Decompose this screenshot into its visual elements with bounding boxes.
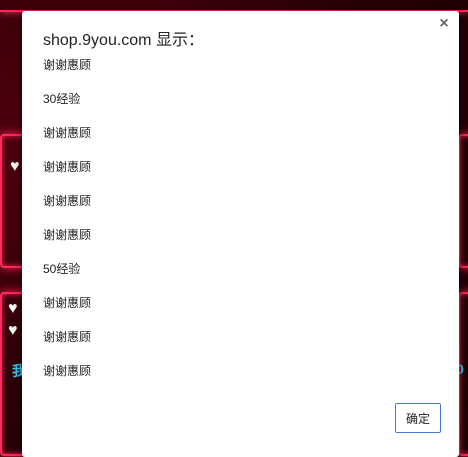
message-line: 50经验 bbox=[43, 262, 81, 276]
heart-icon: ♥ bbox=[10, 158, 20, 175]
message-line: 谢谢惠顾 bbox=[43, 228, 92, 242]
message-line: 谢谢惠顾 bbox=[43, 296, 92, 310]
message-line: 谢谢惠顾 bbox=[43, 330, 92, 344]
heart-icon: ♥ bbox=[8, 322, 18, 339]
close-icon[interactable]: × bbox=[436, 15, 452, 33]
message-line: 谢谢惠顾 bbox=[43, 58, 92, 72]
heart-icon: ♥ bbox=[8, 300, 18, 317]
dialog-title: shop.9you.com 显示： bbox=[43, 32, 204, 49]
message-line: 谢谢惠顾 bbox=[43, 194, 92, 208]
message-line: 30经验 bbox=[43, 92, 81, 106]
message-line: 谢谢惠顾 bbox=[43, 364, 92, 378]
alert-dialog: shop.9you.com 显示： × 谢谢惠顾 30经验 谢谢惠顾 谢谢惠顾 … bbox=[22, 11, 459, 457]
ok-button[interactable]: 确定 bbox=[395, 403, 441, 433]
message-list: 谢谢惠顾 30经验 谢谢惠顾 谢谢惠顾 谢谢惠顾 谢谢惠顾 50经验 谢谢惠顾 … bbox=[43, 57, 423, 397]
message-line: 谢谢惠顾 bbox=[43, 160, 92, 174]
neon-right-panel bbox=[458, 134, 468, 268]
message-line: 谢谢惠顾 bbox=[43, 126, 92, 140]
